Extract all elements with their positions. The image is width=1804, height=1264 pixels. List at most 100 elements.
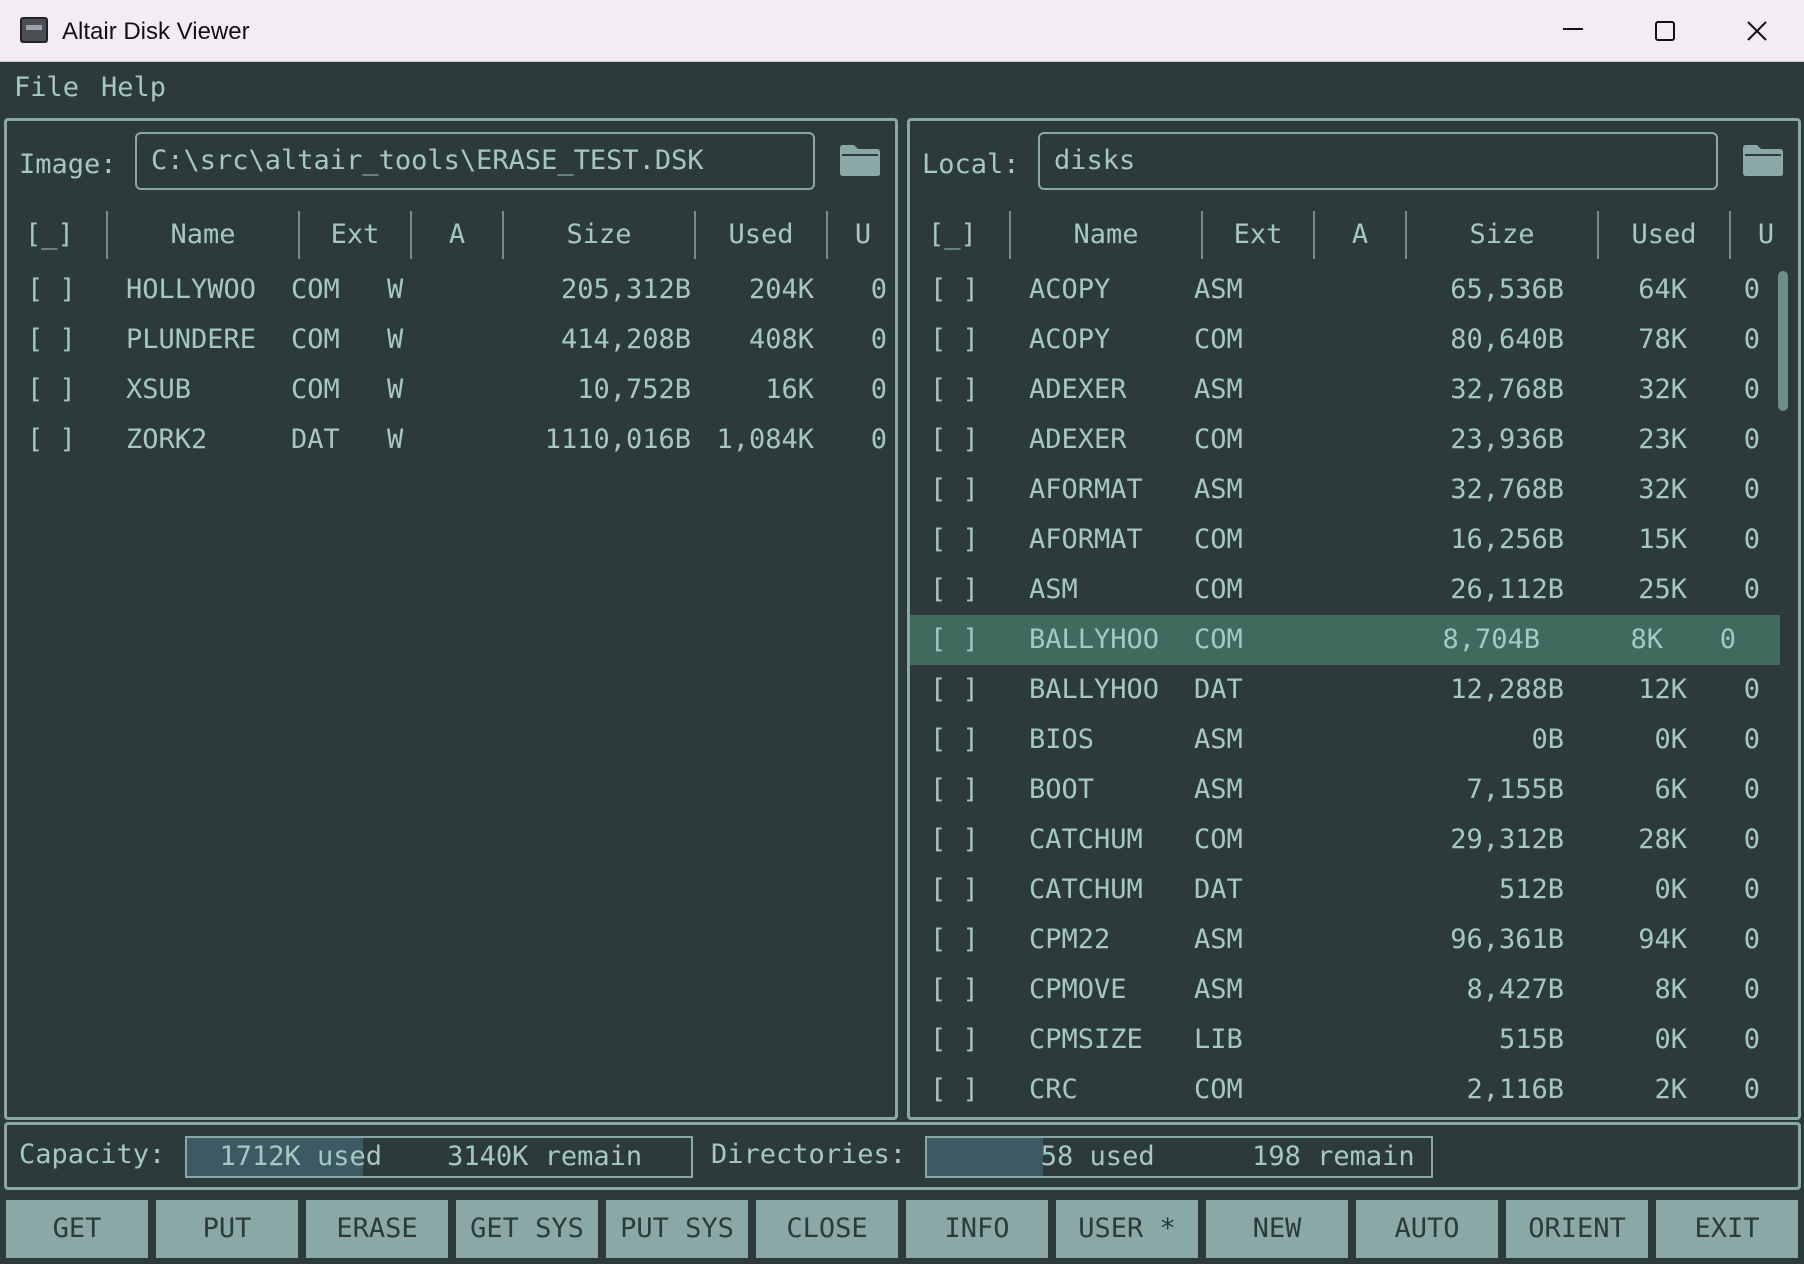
maximize-button[interactable] [1618,0,1710,61]
row-checkbox[interactable]: [ ] [930,615,979,665]
column-header-name[interactable]: Name [1011,209,1201,261]
column-header-used[interactable]: Used [1599,209,1729,261]
file-row[interactable]: [ ] BIOS ASM 0B 0K 0 [910,715,1798,765]
file-row[interactable]: [ ] ASM COM 26,112B 25K 0 [910,565,1798,615]
image-path-input[interactable]: C:\src\altair_tools\ERASE_TEST.DSK [135,132,815,190]
file-row[interactable]: [ ] CPMSIZE LIB 515B 0K 0 [910,1015,1798,1065]
row-checkbox[interactable]: [ ] [930,865,979,915]
action-button-bar: GET PUT ERASE GET SYS PUT SYS CLOSE INFO… [0,1198,1804,1260]
file-row[interactable]: [ ] CRC COM 2,116B 2K 0 [910,1065,1798,1115]
row-checkbox[interactable]: [ ] [930,265,979,315]
file-size: 414,208B [560,324,691,355]
file-row[interactable]: [ ] AFORMAT COM 16,256B 15K 0 [910,515,1798,565]
user-button[interactable]: USER * [1056,1200,1198,1258]
file-row[interactable]: [ ] CPMOVE ASM 8,427B 8K 0 [910,965,1798,1015]
column-header-user[interactable]: U [828,209,895,261]
get-button[interactable]: GET [6,1200,148,1258]
title-bar[interactable]: Altair Disk Viewer [0,0,1804,62]
close-window-button[interactable] [1710,0,1802,61]
file-row[interactable]: [ ] ZORK2 DAT W 1110,016B 1,084K 0 [7,415,895,465]
file-size: 23,936B [1450,424,1564,455]
folder-icon[interactable] [1742,143,1784,177]
file-row[interactable]: [ ] HOLLYWOO COM W 205,312B 204K 0 [7,265,895,315]
row-checkbox[interactable]: [ ] [930,815,979,865]
folder-icon[interactable] [839,143,881,177]
row-checkbox[interactable]: [ ] [930,915,979,965]
auto-button[interactable]: AUTO [1356,1200,1498,1258]
row-checkbox[interactable]: [ ] [27,265,76,315]
file-name: CATCHUM [1029,874,1143,905]
column-header-attr[interactable]: A [1315,209,1405,261]
erase-button[interactable]: ERASE [306,1200,448,1258]
file-name: ADEXER [1029,424,1127,455]
column-header-select[interactable]: [_] [25,209,74,261]
put-button[interactable]: PUT [156,1200,298,1258]
exit-button[interactable]: EXIT [1656,1200,1798,1258]
column-header-size[interactable]: Size [504,209,694,261]
row-checkbox[interactable]: [ ] [27,365,76,415]
file-row[interactable]: [ ] BALLYHOO COM 8,704B 8K 0 [910,615,1780,665]
file-size: 8,704B [1442,624,1540,655]
menu-help[interactable]: Help [101,72,166,103]
file-row[interactable]: [ ] CATCHUM COM 29,312B 28K 0 [910,815,1798,865]
file-size: 96,361B [1450,924,1564,955]
directories-gauge: 58 used 198 remain [925,1136,1433,1178]
file-attr: W [387,274,404,305]
file-ext: LIB [1194,1024,1243,1055]
file-row[interactable]: [ ] PLUNDERE COM W 414,208B 408K 0 [7,315,895,365]
column-header-used[interactable]: Used [696,209,826,261]
row-checkbox[interactable]: [ ] [930,515,979,565]
scrollbar-thumb[interactable] [1778,271,1788,411]
file-row[interactable]: [ ] BOOT ASM 7,155B 6K 0 [910,765,1798,815]
file-row[interactable]: [ ] AFORMAT ASM 32,768B 32K 0 [910,465,1798,515]
menu-file[interactable]: File [14,72,79,103]
file-attr: W [387,374,404,405]
row-checkbox[interactable]: [ ] [930,415,979,465]
row-checkbox[interactable]: [ ] [930,315,979,365]
put-sys-button[interactable]: PUT SYS [606,1200,748,1258]
orient-button[interactable]: ORIENT [1506,1200,1648,1258]
row-checkbox[interactable]: [ ] [930,465,979,515]
file-row[interactable]: [ ] BALLYHOO DAT 12,288B 12K 0 [910,665,1798,715]
column-header-ext[interactable]: Ext [300,209,410,261]
local-path-input[interactable]: disks [1038,132,1718,190]
file-name: CPMOVE [1029,974,1127,1005]
column-header-ext[interactable]: Ext [1203,209,1313,261]
get-sys-button[interactable]: GET SYS [456,1200,598,1258]
file-size: 12,288B [1450,674,1564,705]
file-ext: DAT [1194,674,1243,705]
new-button[interactable]: NEW [1206,1200,1348,1258]
close-disk-button[interactable]: CLOSE [756,1200,898,1258]
column-header-user[interactable]: U [1731,209,1798,261]
file-name: BALLYHOO [1029,624,1160,655]
column-header-name[interactable]: Name [108,209,298,261]
file-user: 0 [1743,1024,1760,1055]
row-checkbox[interactable]: [ ] [930,565,979,615]
column-header-attr[interactable]: A [412,209,502,261]
info-button[interactable]: INFO [906,1200,1048,1258]
column-header-select[interactable]: [_] [928,209,977,261]
file-row[interactable]: [ ] CATCHUM DAT 512B 0K 0 [910,865,1798,915]
file-row[interactable]: [ ] ADEXER ASM 32,768B 32K 0 [910,365,1798,415]
row-checkbox[interactable]: [ ] [930,965,979,1015]
row-checkbox[interactable]: [ ] [930,1065,979,1115]
column-header-size[interactable]: Size [1407,209,1597,261]
file-name: XSUB [126,374,192,405]
file-row[interactable]: [ ] XSUB COM W 10,752B 16K 0 [7,365,895,415]
file-ext: DAT [291,424,340,455]
file-used: 204K [748,274,814,305]
row-checkbox[interactable]: [ ] [27,415,76,465]
row-checkbox[interactable]: [ ] [930,715,979,765]
row-checkbox[interactable]: [ ] [930,665,979,715]
file-row[interactable]: [ ] ACOPY COM 80,640B 78K 0 [910,315,1798,365]
row-checkbox[interactable]: [ ] [27,315,76,365]
row-checkbox[interactable]: [ ] [930,1015,979,1065]
row-checkbox[interactable]: [ ] [930,765,979,815]
minimize-button[interactable] [1526,0,1618,61]
file-row[interactable]: [ ] ACOPY ASM 65,536B 64K 0 [910,265,1798,315]
row-checkbox[interactable]: [ ] [930,365,979,415]
file-row[interactable]: [ ] CPM22 ASM 96,361B 94K 0 [910,915,1798,965]
file-size: 80,640B [1450,324,1564,355]
file-row[interactable]: [ ] ADEXER COM 23,936B 23K 0 [910,415,1798,465]
local-file-list: [ ] ACOPY ASM 65,536B 64K 0 [ ] ACOPY COM 80,640B… [910,265,1798,1115]
